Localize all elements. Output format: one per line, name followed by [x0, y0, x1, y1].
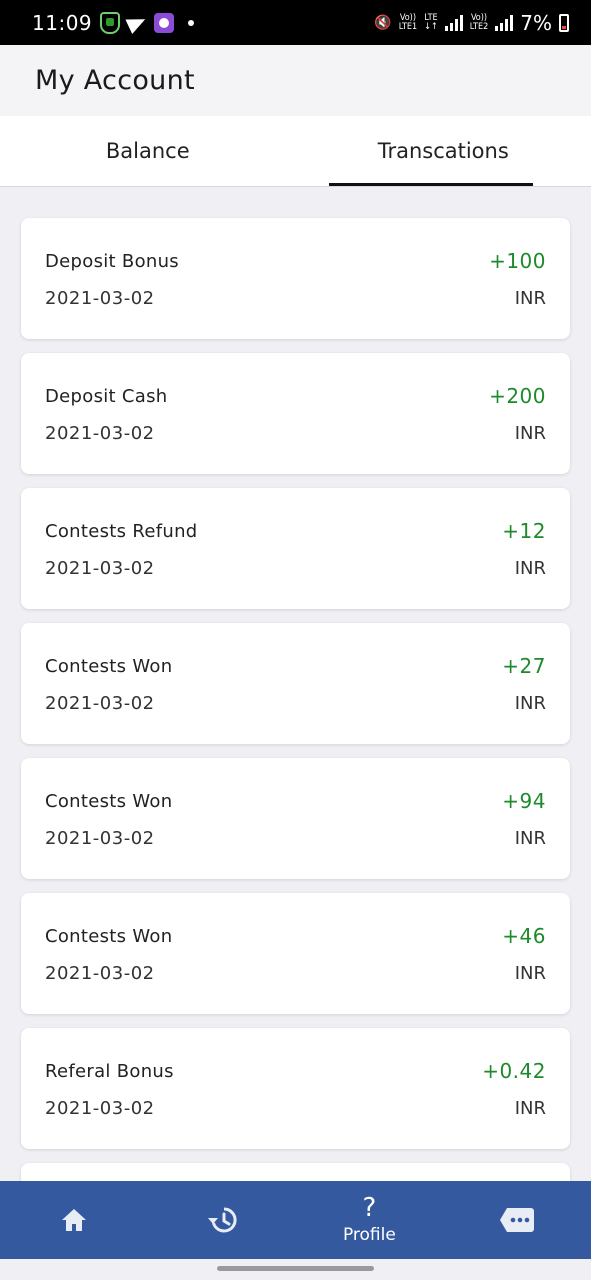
transaction-date: 2021-03-02 [45, 558, 155, 579]
transaction-currency: INR [514, 423, 546, 444]
transaction-currency: INR [514, 828, 546, 849]
transaction-date: 2021-03-02 [45, 423, 155, 444]
status-time: 11:09 [32, 10, 93, 35]
transaction-title: Deposit Bonus [45, 251, 179, 272]
transaction-card[interactable]: Contests Won 2021-03-02 +27 INR [21, 623, 570, 744]
transaction-card[interactable]: Contests Won 2021-03-02 +46 INR [21, 893, 570, 1014]
transaction-card[interactable]: Deposit Bonus 2021-03-02 +100 INR [21, 218, 570, 339]
transaction-date: 2021-03-02 [45, 1098, 155, 1119]
bottom-nav: ? Profile [0, 1181, 591, 1259]
chat-icon [500, 1208, 535, 1232]
transaction-card[interactable]: Referal Bonus 2021-03-02 +0.42 INR [21, 1028, 570, 1149]
transaction-currency: INR [514, 1098, 546, 1119]
transaction-title: Contests Won [45, 926, 173, 947]
tab-bar: Balance Transcations [0, 116, 591, 187]
transaction-currency: INR [514, 288, 546, 309]
battery-icon [559, 13, 569, 32]
home-icon [61, 1209, 86, 1231]
transaction-currency: INR [514, 693, 546, 714]
more-notifications-dot-icon [188, 19, 195, 26]
transaction-date: 2021-03-02 [45, 963, 155, 984]
transaction-title: Deposit Cash [45, 386, 168, 407]
telegram-icon [125, 11, 149, 34]
gesture-area [0, 1259, 591, 1280]
tab-balance[interactable]: Balance [0, 116, 296, 186]
transaction-date: 2021-03-02 [45, 288, 155, 309]
transaction-date: 2021-03-02 [45, 828, 155, 849]
transaction-amount: +12 [502, 519, 546, 543]
sim2-label: Vo)) LTE2 [469, 12, 489, 32]
signal-icon [495, 14, 514, 31]
help-icon: ? [362, 1193, 377, 1223]
transaction-amount: +200 [489, 384, 546, 408]
transaction-date: 2021-03-02 [45, 693, 155, 714]
battery-percentage: 7% [520, 10, 552, 35]
history-icon [207, 1207, 237, 1233]
transaction-currency: INR [514, 963, 546, 984]
page-title: My Account [35, 65, 195, 96]
transaction-title: Contests Refund [45, 521, 198, 542]
mute-icon: 🔇 [374, 14, 392, 31]
nav-home[interactable] [0, 1181, 148, 1259]
signal-icon [444, 14, 463, 31]
transaction-amount: +100 [489, 249, 546, 273]
nav-history[interactable] [148, 1181, 296, 1259]
nav-profile-label: Profile [342, 1225, 396, 1245]
transaction-title: Referal Bonus [45, 1061, 174, 1082]
transaction-title: Contests Won [45, 656, 173, 677]
lte-label: LTE ↓↑ [424, 12, 438, 32]
tab-transactions[interactable]: Transcations [296, 116, 591, 186]
transaction-card[interactable]: Contests Won 2021-03-02 +94 INR [21, 758, 570, 879]
app-header: My Account [0, 45, 591, 116]
shield-app-icon [100, 11, 121, 34]
transaction-amount: +27 [502, 654, 546, 678]
nav-profile[interactable]: ? Profile [296, 1181, 444, 1259]
sim1-label: Vo)) LTE1 [398, 12, 418, 32]
transaction-card[interactable]: Deposit Cash 2021-03-02 +200 INR [21, 353, 570, 474]
app-notification-icon [154, 12, 175, 33]
status-bar: 11:09 🔇 Vo)) LTE1 LTE ↓↑ Vo)) LTE2 7% [0, 0, 591, 45]
transaction-currency: INR [514, 558, 546, 579]
transaction-card[interactable]: Contests Refund 2021-03-02 +12 INR [21, 488, 570, 609]
nav-chat[interactable] [443, 1181, 591, 1259]
home-gesture-bar[interactable] [217, 1266, 374, 1271]
transaction-amount: +46 [502, 924, 546, 948]
transaction-list: Deposit Bonus 2021-03-02 +100 INR Deposi… [21, 218, 570, 1203]
transaction-amount: +0.42 [482, 1059, 546, 1083]
transaction-amount: +94 [502, 789, 546, 813]
transaction-title: Contests Won [45, 791, 173, 812]
